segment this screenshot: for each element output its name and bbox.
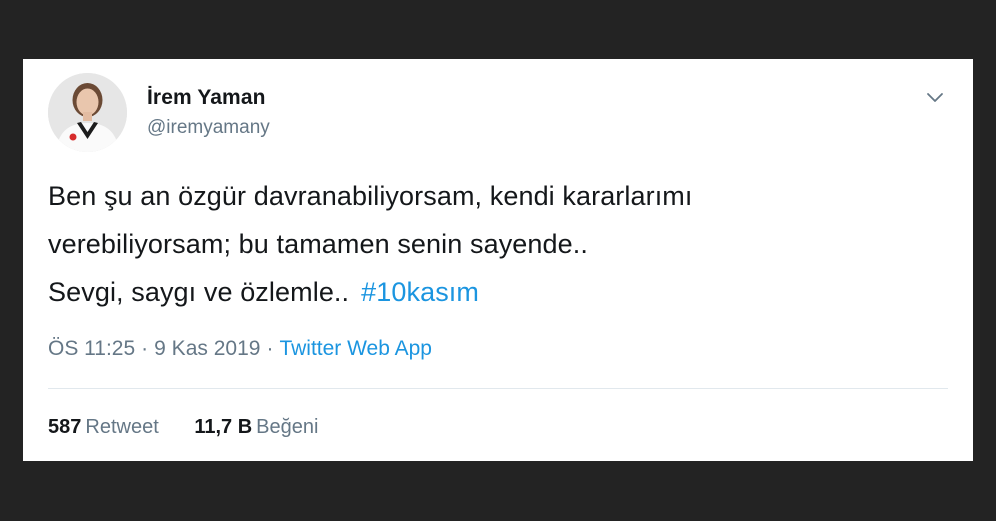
meta-separator: · <box>141 337 149 360</box>
retweets-stat[interactable]: 587 Retweet <box>48 416 159 439</box>
tweet-card: İrem Yaman @iremyamany Ben şu an özgür d… <box>23 59 973 461</box>
tweet-stats: 587 Retweet 11,7 B Beğeni <box>48 416 318 439</box>
likes-label: Beğeni <box>256 416 319 438</box>
tweet-meta: ÖS 11:25 · 9 Kas 2019 · Twitter Web App <box>48 337 432 361</box>
likes-count: 11,7 B <box>194 416 253 438</box>
tweet-date[interactable]: 9 Kas 2019 <box>154 337 260 360</box>
avatar-image <box>48 73 127 152</box>
author-name[interactable]: İrem Yaman <box>147 86 266 110</box>
tweet-source-link[interactable]: Twitter Web App <box>279 337 432 360</box>
hashtag-link[interactable]: #10kasım <box>361 277 479 307</box>
chevron-down-icon[interactable] <box>923 85 947 109</box>
tweet-text-line-last: Sevgi, saygı ve özlemle.. #10kasım <box>48 268 948 316</box>
retweets-count: 587 <box>48 416 82 438</box>
author-handle[interactable]: @iremyamany <box>147 117 270 139</box>
divider <box>48 388 948 389</box>
tweet-text-line: Sevgi, saygı ve özlemle.. <box>48 277 350 307</box>
retweets-label: Retweet <box>85 416 159 438</box>
meta-separator: · <box>266 337 274 360</box>
tweet-time[interactable]: ÖS 11:25 <box>48 337 135 360</box>
avatar[interactable] <box>48 73 127 152</box>
tweet-text-line: Ben şu an özgür davranabiliyorsam, kendi… <box>48 181 693 211</box>
tweet-text-line: verebiliyorsam; bu tamamen senin sayende… <box>48 229 588 259</box>
tweet-text: Ben şu an özgür davranabiliyorsam, kendi… <box>48 172 948 316</box>
likes-stat[interactable]: 11,7 B Beğeni <box>194 416 318 439</box>
